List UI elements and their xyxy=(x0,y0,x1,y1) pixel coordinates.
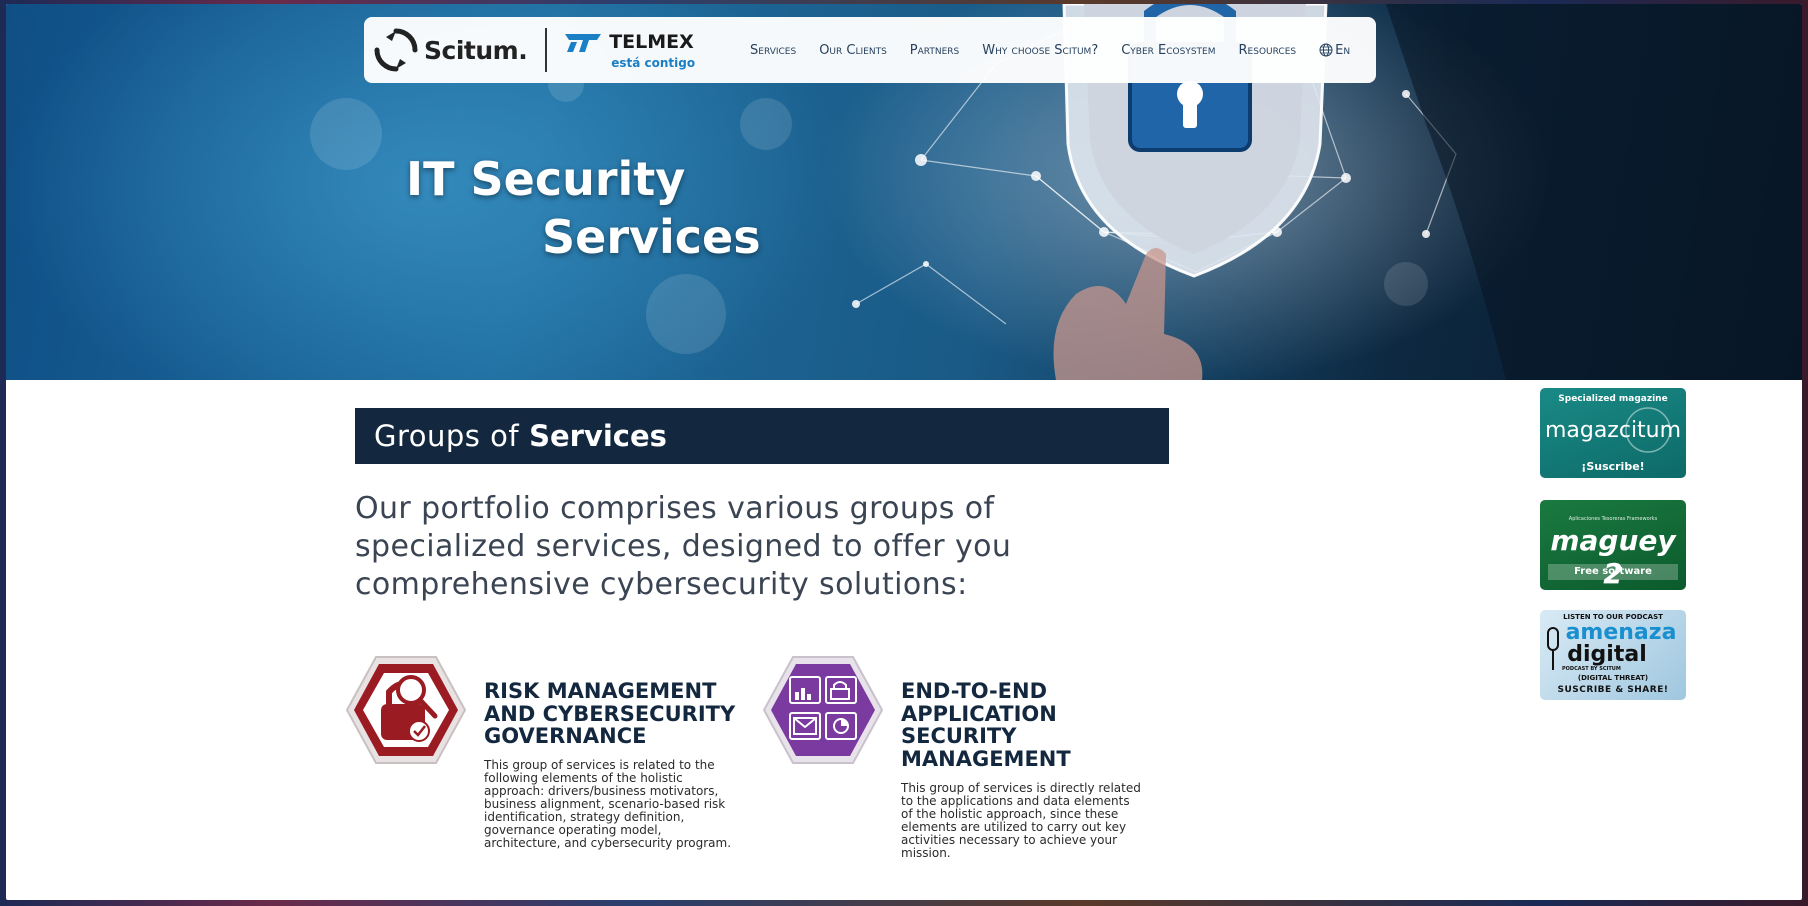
amenaza-banner-cta: SUSCRIBE & SHARE! xyxy=(1557,685,1669,695)
section-title-light: Groups of xyxy=(374,419,520,453)
amenaza-banner-sub: PODCAST BY SCITUM xyxy=(1562,666,1621,672)
amenaza-banner-title2: digital xyxy=(1567,642,1647,667)
scitum-logo-icon xyxy=(374,28,418,72)
nav-link-our-clients[interactable]: Our Clients xyxy=(819,43,887,58)
maguey-banner-title: maguey 2 xyxy=(1550,524,1676,590)
maguey-banner-top: Aplicaciones Tesoreras Frameworks xyxy=(1568,516,1658,522)
brand-divider xyxy=(545,28,548,72)
globe-icon xyxy=(1319,43,1333,57)
section-header: Groups of Services xyxy=(355,408,1169,464)
hero-title: IT Security Services xyxy=(406,150,761,266)
language-selector[interactable]: En xyxy=(1319,43,1350,58)
hero-title-line1: IT Security xyxy=(406,152,686,206)
amenaza-digital-banner[interactable]: LISTEN TO OUR PODCAST amenaza digital PO… xyxy=(1540,610,1686,700)
intro-text: Our portfolio comprises various groups o… xyxy=(355,491,1012,602)
lock-magnifier-icon xyxy=(345,656,467,764)
nav-link-cyber-ecosystem[interactable]: Cyber Ecosystem xyxy=(1121,43,1215,58)
service-description-risk: This group of services is related to the… xyxy=(484,758,732,850)
app-grid-icon xyxy=(762,656,884,764)
nav-link-why-choose[interactable]: Why choose Scitum? xyxy=(982,43,1098,58)
maguey-banner[interactable]: Aplicaciones Tesoreras Frameworks maguey… xyxy=(1540,500,1686,590)
telmex-logo-text: TELMEX xyxy=(609,31,694,53)
service-description-appsec: This group of services is directly relat… xyxy=(901,781,1141,860)
top-navbar: Scitum. TELMEX está contigo Services Our… xyxy=(364,17,1376,83)
telmex-logo: TELMEX está contigo xyxy=(563,32,695,69)
telmex-tagline: está contigo xyxy=(611,55,696,70)
section-title-bold: Services xyxy=(529,419,667,453)
brand-logos[interactable]: Scitum. TELMEX está contigo xyxy=(374,25,695,75)
amenaza-banner-caption: (DIGITAL THREAT) xyxy=(1577,674,1649,682)
telmex-logo-icon xyxy=(565,33,602,52)
scitum-logo-text: Scitum. xyxy=(424,35,528,65)
nav-link-services[interactable]: Services xyxy=(750,43,796,58)
nav-links: Services Our Clients Partners Why choose… xyxy=(750,17,1350,83)
maguey-banner-cta: Free software xyxy=(1574,566,1652,577)
hero-title-line2: Services xyxy=(542,210,761,264)
service-title-appsec: END-TO-END APPLICATION SECURITY MANAGEME… xyxy=(901,679,1071,771)
service-card-appsec[interactable]: END-TO-END APPLICATION SECURITY MANAGEME… xyxy=(760,654,1160,884)
magazcitum-banner[interactable]: Specialized magazine magazcitum ¡Suscrib… xyxy=(1540,388,1686,478)
nav-link-resources[interactable]: Resources xyxy=(1239,43,1297,58)
page-frame: IT Security Services Scitum. TELMEX está… xyxy=(6,4,1802,900)
service-title-risk: RISK MANAGEMENT AND CYBERSECURITY GOVERN… xyxy=(484,679,736,748)
service-card-risk[interactable]: RISK MANAGEMENT AND CYBERSECURITY GOVERN… xyxy=(343,654,743,874)
magazcitum-banner-title: magazcitum xyxy=(1544,418,1682,443)
magazcitum-banner-cta: ¡Suscribe! xyxy=(1581,460,1645,473)
language-label: En xyxy=(1335,42,1351,58)
nav-link-partners[interactable]: Partners xyxy=(910,43,959,58)
